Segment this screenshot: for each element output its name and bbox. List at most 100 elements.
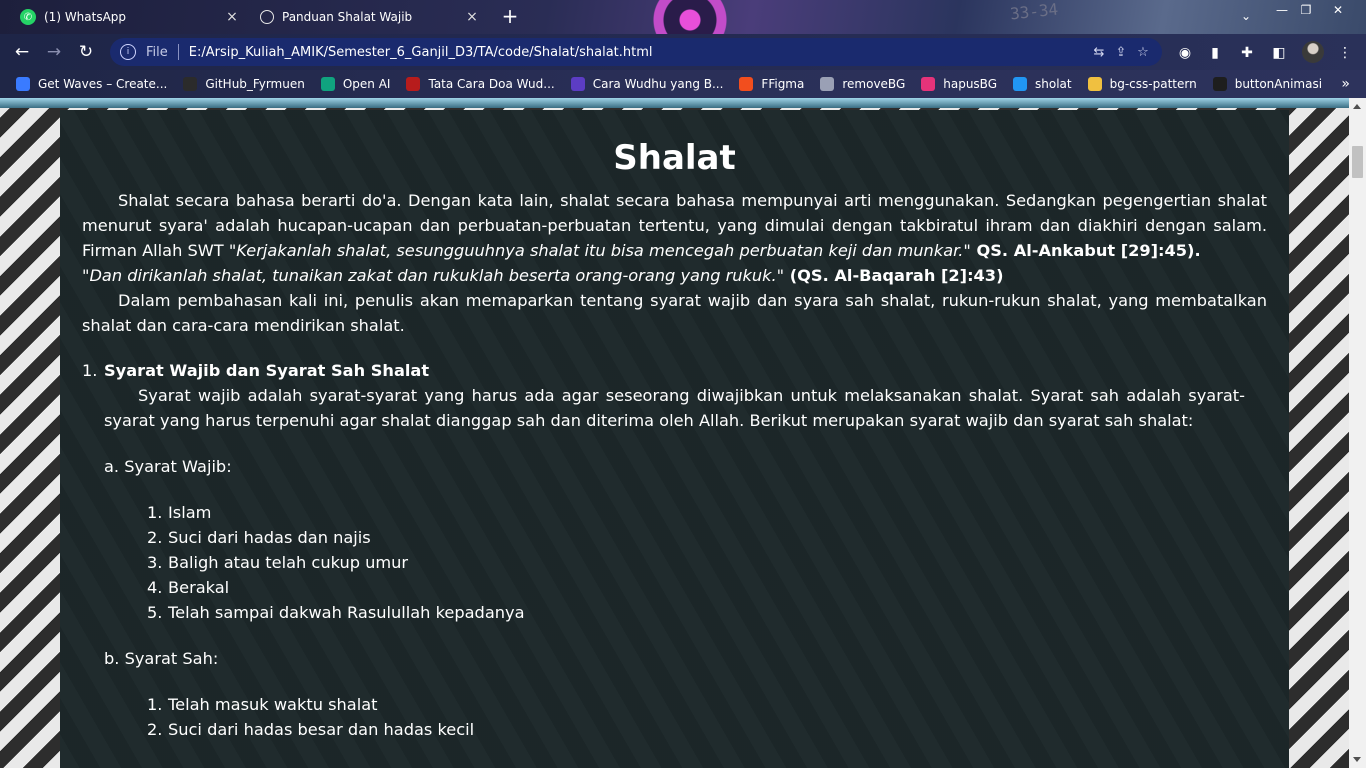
address-bar[interactable]: i File E:/Arsip_Kuliah_AMIK/Semester_6_G… bbox=[110, 38, 1162, 66]
page-title: Shalat bbox=[613, 138, 736, 178]
bookmark-label: bg-css-pattern bbox=[1109, 77, 1197, 91]
quote-baqarah: "Dan dirikanlah shalat, tunaikan zakat d… bbox=[82, 266, 785, 285]
address-url[interactable]: E:/Arsip_Kuliah_AMIK/Semester_6_Ganjil_D… bbox=[189, 45, 1088, 60]
translate-icon[interactable]: ⇆ bbox=[1088, 45, 1110, 60]
new-tab-button[interactable]: + bbox=[500, 6, 520, 26]
overview-paragraph: Dalam pembahasan kali ini, penulis akan … bbox=[82, 291, 1267, 335]
bookmark-favicon-icon bbox=[820, 77, 835, 91]
list-text: Berakal bbox=[168, 578, 230, 597]
article: Shalat Shalat secara bahasa berarti do'a… bbox=[60, 110, 1289, 768]
bookmark-item[interactable]: Open AI bbox=[320, 77, 391, 91]
list-item: 2. Suci dari hadas besar dan hadas kecil bbox=[147, 717, 1267, 742]
bookmark-label: Get Waves – Create... bbox=[38, 77, 168, 91]
list-item: 1. Islam bbox=[147, 500, 1267, 525]
list-text: Suci dari hadas besar dan hadas kecil bbox=[168, 720, 475, 739]
menu-icon[interactable]: ⋮ bbox=[1336, 44, 1354, 62]
close-icon[interactable]: × bbox=[462, 9, 482, 25]
tab-search-button[interactable]: ⌄ bbox=[1234, 6, 1258, 26]
tab-strip: 33-34 ✆ (1) WhatsApp × Panduan Shalat Wa… bbox=[0, 0, 1366, 34]
vertical-scrollbar[interactable] bbox=[1349, 98, 1366, 768]
page-top-stripe bbox=[0, 98, 1349, 108]
globe-icon bbox=[260, 10, 274, 24]
close-icon[interactable]: × bbox=[222, 9, 242, 25]
bookmark-item[interactable]: hapusBG bbox=[921, 77, 997, 91]
scroll-down-icon[interactable] bbox=[1353, 757, 1361, 762]
list-number: 2. bbox=[147, 720, 163, 739]
ref-ankabut: QS. Al-Ankabut [29]:45). bbox=[970, 241, 1201, 260]
extension-circle-icon[interactable]: ◉ bbox=[1176, 44, 1194, 62]
bookmark-favicon-icon bbox=[921, 77, 936, 91]
list-number: 4. bbox=[147, 578, 163, 597]
section-number: 1. bbox=[82, 361, 98, 380]
wallpaper-text: 33-34 bbox=[1009, 0, 1060, 24]
bookmark-label: GitHub_Fyrmuen bbox=[205, 77, 305, 91]
bookmark-item[interactable]: sholat bbox=[1013, 77, 1072, 91]
scrollbar-thumb[interactable] bbox=[1352, 146, 1363, 178]
close-window-button[interactable]: ✕ bbox=[1326, 0, 1350, 20]
list-text: Telah masuk waktu shalat bbox=[168, 695, 378, 714]
syarat-wajib-list: 1. Islam 2. Suci dari hadas dan najis 3. Bali… bbox=[82, 500, 1267, 625]
bookmark-favicon-icon bbox=[183, 77, 198, 91]
list-number: 2. bbox=[147, 528, 163, 547]
tab-whatsapp[interactable]: ✆ (1) WhatsApp × bbox=[8, 0, 248, 34]
side-panel-icon[interactable]: ◧ bbox=[1270, 44, 1288, 62]
tab-label: Panduan Shalat Wajib bbox=[282, 10, 413, 24]
list-item: 3. Baligh atau telah cukup umur bbox=[147, 550, 1267, 575]
syarat-sah-heading: b. Syarat Sah: bbox=[104, 649, 219, 668]
restore-button[interactable]: ❐ bbox=[1294, 0, 1318, 20]
bookmark-label: removeBG bbox=[842, 77, 906, 91]
bookmark-item[interactable]: FFigma bbox=[739, 77, 804, 91]
reload-icon[interactable]: ↻ bbox=[76, 42, 96, 62]
minimize-button[interactable]: — bbox=[1270, 0, 1294, 20]
bookmark-favicon-icon bbox=[320, 77, 335, 91]
bookmark-item[interactable]: GitHub_Fyrmuen bbox=[183, 77, 305, 91]
bookmark-favicon-icon bbox=[406, 77, 421, 91]
bookmark-favicon-icon bbox=[1087, 77, 1102, 91]
divider bbox=[177, 44, 179, 60]
list-number: 1. bbox=[147, 695, 163, 714]
address-scheme: File bbox=[146, 44, 168, 60]
section-body: Syarat wajib adalah syarat-syarat yang h… bbox=[104, 386, 1245, 430]
ref-baqarah: (QS. Al-Baqarah [2]:43) bbox=[784, 266, 1004, 285]
bookmark-item[interactable]: Get Waves – Create... bbox=[16, 77, 167, 91]
bookmark-star-icon[interactable]: ☆ bbox=[1132, 45, 1154, 60]
bookmark-item[interactable]: Tata Cara Doa Wud... bbox=[406, 77, 555, 91]
list-item: 4. Berakal bbox=[147, 575, 1267, 600]
intro-paragraph: Shalat secara bahasa berarti do'a. Denga… bbox=[82, 188, 1267, 263]
bookmark-favicon-icon bbox=[1212, 77, 1227, 91]
bookmark-item[interactable]: Cara Wudhu yang B... bbox=[570, 77, 724, 91]
list-text: Telah sampai dakwah Rasulullah kepadanya bbox=[168, 603, 525, 622]
syarat-sah-list: 1. Telah masuk waktu shalat 2. Suci dari ha… bbox=[82, 692, 1267, 742]
list-number: 3. bbox=[147, 553, 163, 572]
scroll-up-icon[interactable] bbox=[1353, 104, 1361, 109]
list-text: Baligh atau telah cukup umur bbox=[168, 553, 409, 572]
bookmark-label: buttonAnimasi bbox=[1234, 77, 1323, 91]
section-title: Syarat Wajib dan Syarat Sah Shalat bbox=[104, 361, 430, 380]
browser-toolbar: ← → ↻ i File E:/Arsip_Kuliah_AMIK/Semest… bbox=[0, 34, 1366, 70]
bookmark-favicon-icon bbox=[1013, 77, 1028, 91]
quote-ankabut: "Kerjakanlah shalat, sesungguuhnya shala… bbox=[228, 241, 971, 260]
tab-panduan-shalat[interactable]: Panduan Shalat Wajib × bbox=[248, 0, 488, 34]
extensions-puzzle-icon[interactable]: ✚ bbox=[1238, 44, 1256, 62]
profile-avatar[interactable] bbox=[1302, 41, 1324, 63]
bookmark-label: Cara Wudhu yang B... bbox=[592, 77, 724, 91]
extension-doc-icon[interactable]: ▮ bbox=[1206, 44, 1224, 62]
bookmark-label: Open AI bbox=[342, 77, 391, 91]
bookmark-item[interactable]: bg-css-pattern bbox=[1087, 77, 1197, 91]
section-heading: 1. Syarat Wajib dan Syarat Sah Shalat bbox=[82, 358, 1267, 383]
bookmark-item[interactable]: removeBG bbox=[820, 77, 905, 91]
bookmark-label: sholat bbox=[1035, 77, 1072, 91]
list-text: Suci dari hadas dan najis bbox=[168, 528, 371, 547]
share-icon[interactable]: ⇪ bbox=[1110, 45, 1132, 60]
bookmark-favicon-icon bbox=[570, 77, 585, 91]
back-icon[interactable]: ← bbox=[12, 42, 32, 62]
forward-icon[interactable]: → bbox=[44, 42, 64, 62]
more-bookmarks-icon[interactable]: » bbox=[1341, 76, 1350, 92]
quote-paragraph: "Dan dirikanlah shalat, tunaikan zakat d… bbox=[82, 263, 1267, 288]
syarat-wajib-heading: a. Syarat Wajib: bbox=[104, 457, 232, 476]
bookmark-item[interactable]: buttonAnimasi bbox=[1212, 77, 1323, 91]
tab-label: (1) WhatsApp bbox=[44, 10, 127, 24]
list-number: 5. bbox=[147, 603, 163, 622]
info-icon[interactable]: i bbox=[120, 44, 136, 60]
bookmark-label: Tata Cara Doa Wud... bbox=[428, 77, 555, 91]
